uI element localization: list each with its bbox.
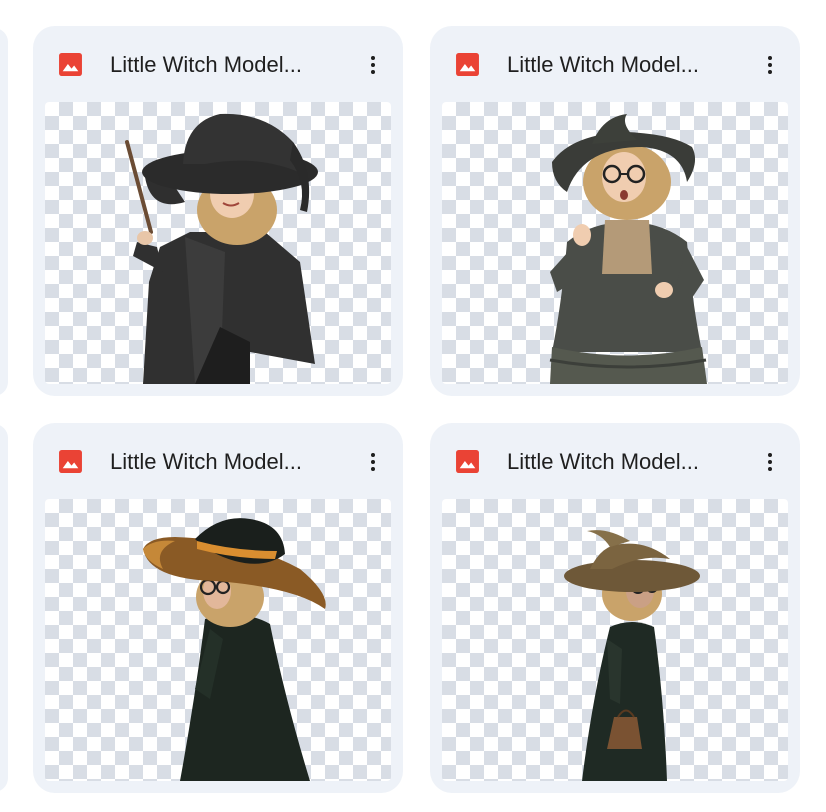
file-name: Little Witch Model...: [110, 52, 302, 77]
more-options-button[interactable]: [355, 444, 391, 480]
file-name: Little Witch Model...: [507, 449, 699, 474]
file-thumbnail[interactable]: [45, 102, 391, 384]
witch-image: [125, 113, 318, 384]
file-card[interactable]: Little Witch Model...: [430, 26, 800, 396]
file-name: Little Witch Model...: [110, 449, 302, 474]
file-card[interactable]: Little Witch Model...: [33, 423, 403, 793]
image-icon: [456, 450, 479, 473]
more-options-button[interactable]: [752, 47, 788, 83]
file-card-header[interactable]: Little Witch Model...: [430, 26, 800, 102]
more-options-button[interactable]: [752, 444, 788, 480]
witch-image: [143, 518, 326, 781]
file-thumbnail[interactable]: [45, 499, 391, 781]
partial-file-card-left[interactable]: [0, 424, 8, 792]
witch-image: [549, 114, 707, 384]
witch-image: [564, 530, 700, 781]
file-card[interactable]: Little Witch Model...: [33, 26, 403, 396]
image-icon: [59, 53, 82, 76]
file-card-header[interactable]: Little Witch Model...: [33, 26, 403, 102]
file-card-header[interactable]: Little Witch Model...: [33, 423, 403, 499]
file-card-header[interactable]: Little Witch Model...: [430, 423, 800, 499]
partial-file-card-left[interactable]: [0, 28, 8, 396]
file-thumbnail[interactable]: [442, 499, 788, 781]
file-name: Little Witch Model...: [507, 52, 699, 77]
file-thumbnail[interactable]: [442, 102, 788, 384]
image-icon: [456, 53, 479, 76]
file-card[interactable]: Little Witch Model...: [430, 423, 800, 793]
more-options-button[interactable]: [355, 47, 391, 83]
image-icon: [59, 450, 82, 473]
